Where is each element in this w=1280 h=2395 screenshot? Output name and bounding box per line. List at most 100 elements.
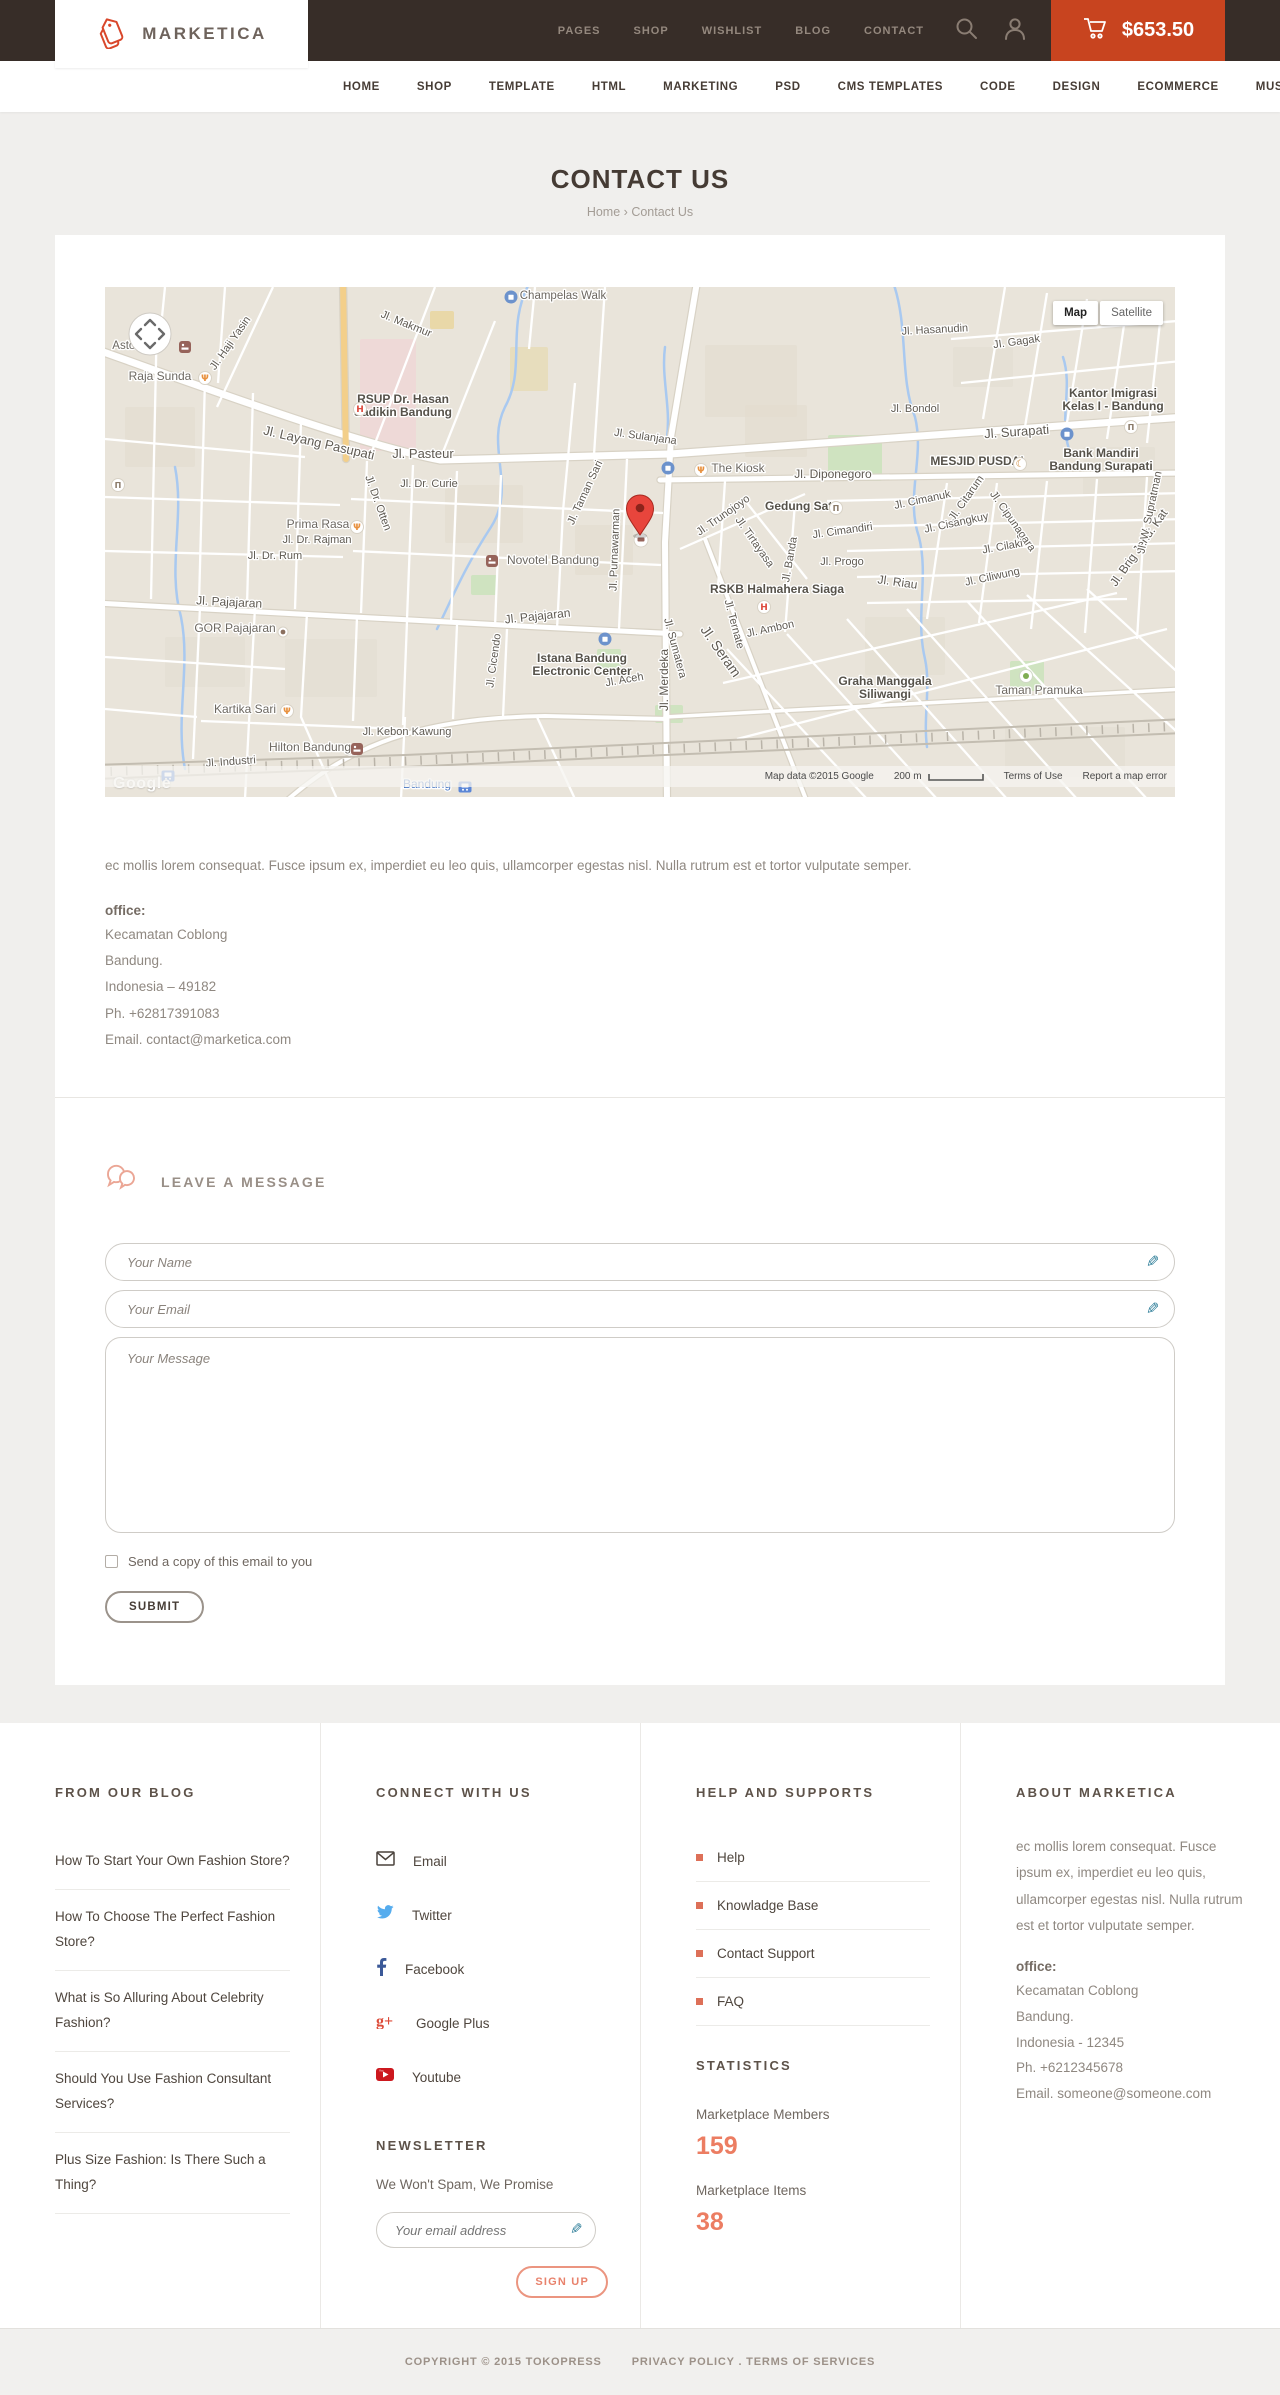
menu-item-marketing[interactable]: MARKETING: [663, 81, 738, 93]
user-icon[interactable]: [1003, 16, 1027, 46]
menu-item-home[interactable]: HOME: [343, 81, 380, 93]
about-office-label: office:: [1016, 1959, 1057, 1975]
social-label: Youtube: [412, 2069, 462, 2085]
map-pan-control[interactable]: [127, 311, 173, 362]
help-link-help[interactable]: Help: [696, 1834, 930, 1883]
blog-link[interactable]: Plus Size Fashion: Is There Such a Thing…: [55, 2133, 290, 2214]
menu-item-psd[interactable]: PSD: [775, 81, 800, 93]
contact-card: Aston Raja Sunda Jl. Haji Yasin Jl. Makmur R…: [55, 235, 1225, 1099]
map-poi-park: [1019, 669, 1033, 683]
blog-link[interactable]: How To Start Your Own Fashion Store?: [55, 1834, 290, 1891]
copyright-bar: COPYRIGHT © 2015 TOKOPRESS PRIVACY POLIC…: [0, 2328, 1280, 2395]
blog-link[interactable]: How To Choose The Perfect Fashion Store?: [55, 1890, 290, 1972]
terms-of-services-link[interactable]: TERMS OF SERVICES: [746, 2356, 875, 2368]
signup-button[interactable]: SIGN UP: [516, 2266, 608, 2299]
menu-item-shop[interactable]: SHOP: [417, 81, 452, 93]
office-label: office:: [105, 902, 146, 918]
top-nav-item-wishlist[interactable]: WISHLIST: [702, 25, 763, 37]
menu-item-cms-templates[interactable]: CMS TEMPLATES: [838, 81, 943, 93]
social-link-email[interactable]: Email: [376, 1834, 610, 1888]
newsletter-email-input[interactable]: [376, 2212, 596, 2249]
stat-label: Marketplace Items: [696, 2183, 807, 2199]
svg-text:You: You: [379, 2068, 384, 2072]
blog-link[interactable]: Should You Use Fashion Consultant Servic…: [55, 2052, 290, 2133]
top-nav-item-blog[interactable]: BLOG: [795, 25, 831, 37]
message-card: LEAVE A MESSAGE ✎ ✎ Send a copy of this …: [55, 1098, 1225, 1686]
map-poi-fork: Ψ: [350, 520, 364, 534]
email-input[interactable]: [105, 1290, 1175, 1329]
send-copy-checkbox[interactable]: [105, 1555, 118, 1569]
logo[interactable]: MARKETICA: [55, 0, 308, 68]
map-label: Jl. Dr. Rajman: [282, 534, 351, 546]
map-poi-fork: Ψ: [280, 704, 294, 718]
page-title: CONTACT US: [550, 164, 730, 194]
breadcrumb-home[interactable]: Home: [587, 205, 620, 219]
svg-text:Π: Π: [833, 504, 840, 513]
map-label: Jl. Bondol: [891, 403, 939, 415]
help-label: Contact Support: [717, 1946, 815, 1962]
office-line: Bandung.: [105, 952, 163, 968]
social-link-gplus[interactable]: g+ Google Plus: [376, 1996, 610, 2050]
map-label: The Kiosk: [711, 461, 765, 475]
bullet-icon: [696, 1998, 703, 2006]
svg-text:Ψ: Ψ: [353, 523, 361, 533]
satellite-button[interactable]: Satellite: [1100, 301, 1163, 325]
map-label: Kartika Sari: [214, 702, 276, 716]
about-line: Bandung.: [1016, 2009, 1074, 2025]
menu-item-html[interactable]: HTML: [592, 81, 626, 93]
social-link-youtube[interactable]: You Youtube: [376, 2050, 610, 2104]
top-nav-item-pages[interactable]: PAGES: [558, 25, 601, 37]
map-label: RSKB Halmahera Siaga: [710, 582, 844, 596]
menu-item-template[interactable]: TEMPLATE: [489, 81, 555, 93]
map-poi-fork: Ψ: [198, 371, 212, 385]
footer: FROM OUR BLOG How To Start Your Own Fash…: [0, 1723, 1280, 2395]
social-link-facebook[interactable]: Facebook: [376, 1942, 610, 1996]
about-text: ec mollis lorem consequat. Fusce ipsum e…: [1016, 1839, 1243, 1934]
map-label: Gedung Sate: [765, 499, 839, 513]
breadcrumb-separator: ›: [623, 205, 628, 219]
svg-text:Π: Π: [115, 481, 122, 490]
map-poi-shop: [661, 461, 675, 475]
submit-button[interactable]: SUBMIT: [105, 1591, 205, 1624]
report-map-error-link[interactable]: Report a map error: [1083, 771, 1167, 782]
about-address: Kecamatan Coblong Bandung. Indonesia - 123…: [1016, 1978, 1250, 2106]
message-textarea[interactable]: [105, 1337, 1175, 1534]
footer-about-column: ABOUT MARKETICA ec mollis lorem consequa…: [960, 1723, 1280, 2329]
map-label: Jl. Progo: [820, 556, 863, 568]
top-nav-item-shop[interactable]: SHOP: [634, 25, 669, 37]
name-input[interactable]: [105, 1243, 1175, 1282]
social-link-twitter[interactable]: Twitter: [376, 1888, 610, 1942]
cart-total: $653.50: [1121, 19, 1195, 41]
map-data-text: Map data ©2015 Google: [764, 771, 874, 782]
stat-value: 159: [696, 2132, 738, 2161]
menu-item-design[interactable]: DESIGN: [1053, 81, 1101, 93]
search-icon[interactable]: [954, 16, 979, 46]
top-nav-item-contact[interactable]: CONTACT: [864, 25, 924, 37]
office-line: Ph. +62817391083: [105, 1005, 220, 1021]
map-poi-dot: [277, 626, 289, 638]
svg-text:Π: Π: [1128, 423, 1135, 432]
cart-button[interactable]: $653.50: [1051, 0, 1225, 61]
google-map[interactable]: Aston Raja Sunda Jl. Haji Yasin Jl. Makmur R…: [105, 287, 1175, 797]
help-link-faq[interactable]: FAQ: [696, 1978, 930, 2027]
map-poi-mosque: ☾: [1013, 457, 1027, 471]
svg-text:☾: ☾: [1016, 459, 1025, 470]
map-poi-bank: Π: [111, 478, 125, 492]
map-poi-bed: [179, 341, 191, 353]
help-link-knowladge-base[interactable]: Knowladge Base: [696, 1882, 930, 1931]
terms-of-use-link[interactable]: Terms of Use: [1004, 771, 1063, 782]
menu-item-code[interactable]: CODE: [980, 81, 1016, 93]
map-label: Kantor Imigrasi Kelas I - Bandung: [1062, 386, 1163, 413]
footer-help-column: HELP AND SUPPORTS Help Knowladge Base Cont…: [640, 1723, 960, 2329]
office-address: Kecamatan Coblong Bandung. Indonesia – 491…: [105, 922, 1175, 1054]
blog-link[interactable]: What is So Alluring About Celebrity Fash…: [55, 1971, 290, 2052]
office-line: Kecamatan Coblong: [105, 926, 228, 942]
logo-text: MARKETICA: [142, 24, 267, 43]
footer-blog-column: FROM OUR BLOG How To Start Your Own Fash…: [0, 1723, 320, 2328]
map-button[interactable]: Map: [1053, 301, 1099, 325]
menu-item-muse[interactable]: MUSE: [1256, 81, 1280, 93]
help-heading: HELP AND SUPPORTS: [696, 1785, 875, 1801]
help-link-contact-support[interactable]: Contact Support: [696, 1930, 930, 1979]
privacy-policy-link[interactable]: PRIVACY POLICY: [632, 2356, 735, 2368]
menu-item-ecommerce[interactable]: ECOMMERCE: [1137, 81, 1218, 93]
